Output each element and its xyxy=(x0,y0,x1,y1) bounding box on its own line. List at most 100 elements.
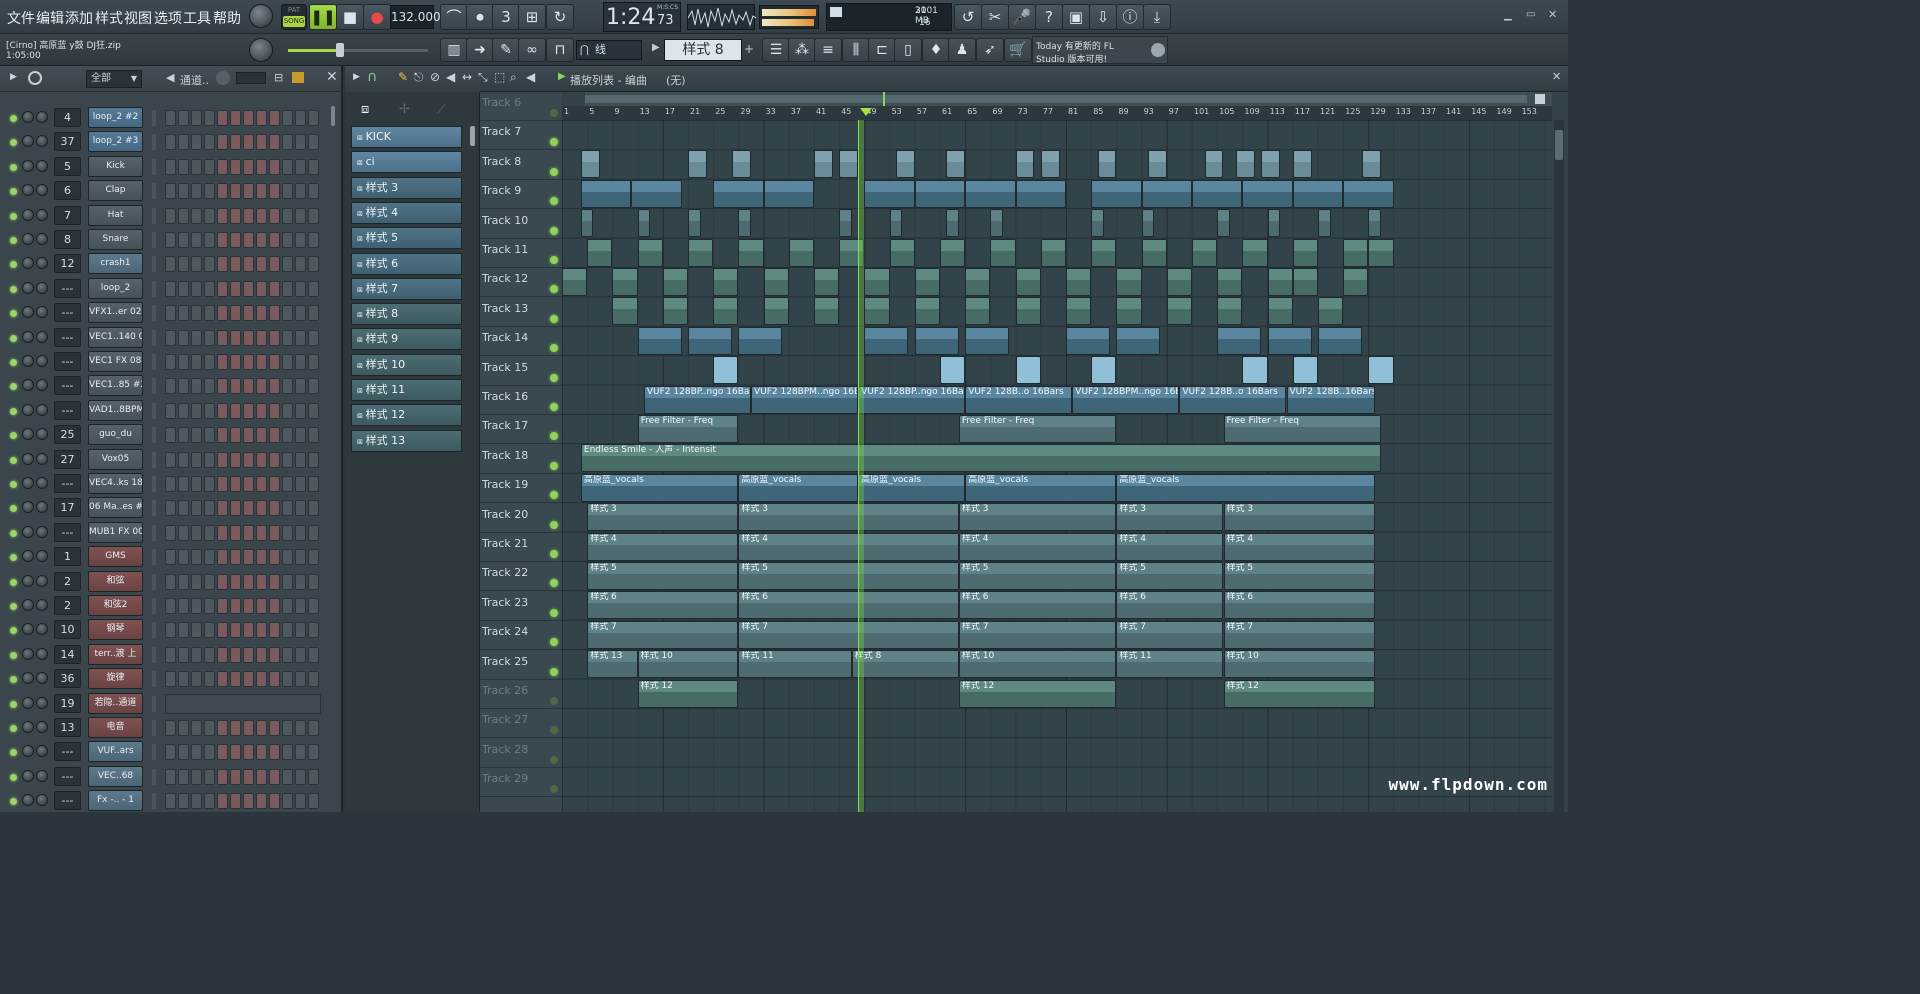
automation-clip[interactable]: Free Filter - Freq xyxy=(1223,415,1381,443)
zoom-tool-icon[interactable]: ⌕ xyxy=(510,70,517,85)
menu-file[interactable]: 文件 xyxy=(7,8,35,28)
pattern-clip[interactable] xyxy=(1368,238,1394,267)
channel-pan-knob[interactable] xyxy=(22,647,34,660)
step-button[interactable] xyxy=(178,354,189,370)
step-button[interactable] xyxy=(178,402,189,419)
pattern-clip[interactable] xyxy=(637,238,663,267)
pattern-clip[interactable] xyxy=(1242,238,1268,267)
step-button[interactable] xyxy=(165,573,176,590)
channel-mixer-track[interactable]: 4 xyxy=(54,108,81,127)
channel-mute-led[interactable] xyxy=(10,163,17,171)
track-header[interactable]: Track 17 xyxy=(480,415,562,445)
step-button[interactable] xyxy=(243,232,254,248)
audio-clip[interactable] xyxy=(1192,179,1243,208)
audio-clip[interactable] xyxy=(965,326,1010,355)
channel-name-button[interactable]: VEC1 FX 085 xyxy=(88,351,143,372)
pattern-clip[interactable] xyxy=(562,268,588,296)
channel-volume-knob[interactable] xyxy=(36,281,48,294)
channel-mixer-track[interactable]: 1 xyxy=(54,547,81,567)
track-mute-led[interactable] xyxy=(550,785,558,794)
step-button[interactable] xyxy=(269,207,280,224)
channel-mixer-track[interactable]: 2 xyxy=(54,596,81,615)
step-button[interactable] xyxy=(295,573,306,590)
step-button[interactable] xyxy=(230,110,241,126)
channel-pan-knob[interactable] xyxy=(22,599,34,611)
channel-row[interactable]: 5 Kick xyxy=(0,155,330,179)
step-button[interactable] xyxy=(204,793,215,810)
channel-name-button[interactable]: guo_du xyxy=(88,424,143,446)
main-pitch-knob[interactable] xyxy=(249,38,273,62)
step-button[interactable] xyxy=(217,354,228,370)
step-button[interactable] xyxy=(178,232,189,248)
step-button[interactable] xyxy=(256,427,267,444)
step-button[interactable] xyxy=(295,183,306,200)
channel-pan-knob[interactable] xyxy=(22,257,34,270)
step-button[interactable] xyxy=(282,793,293,810)
step-button[interactable] xyxy=(243,256,254,273)
step-button[interactable] xyxy=(217,598,228,614)
cut-button[interactable]: ✂ xyxy=(981,4,1009,30)
step-button[interactable] xyxy=(308,598,319,614)
step-button[interactable] xyxy=(269,451,280,468)
step-button[interactable] xyxy=(308,280,319,297)
step-button[interactable] xyxy=(308,500,319,517)
audio-clip[interactable]: 高原蓝_vocals xyxy=(738,473,859,502)
pattern-clip[interactable] xyxy=(1066,297,1092,326)
song-position-display[interactable]: 1:24 73 M:S:CS xyxy=(603,2,681,32)
step-button[interactable] xyxy=(282,134,293,151)
step-button[interactable] xyxy=(269,549,280,566)
automation-clip[interactable] xyxy=(1091,209,1104,238)
track-mute-led[interactable] xyxy=(550,226,558,235)
step-button[interactable] xyxy=(165,451,176,468)
channel-pan-knob[interactable] xyxy=(22,769,34,782)
audio-clip[interactable] xyxy=(688,326,733,355)
pattern-clip[interactable] xyxy=(1236,150,1255,179)
slip-tool-icon[interactable]: ↔ xyxy=(462,70,472,84)
pattern-clip[interactable] xyxy=(1343,268,1369,296)
rack-volume-knob[interactable] xyxy=(216,71,230,85)
track-mute-led[interactable] xyxy=(550,109,558,117)
channel-mute-led[interactable] xyxy=(10,798,17,806)
channel-pan-knob[interactable] xyxy=(22,696,34,709)
mixer-button[interactable]: ⫼ xyxy=(842,38,870,62)
channel-select-indicator[interactable] xyxy=(152,378,156,395)
step-button[interactable] xyxy=(217,256,228,273)
step-button[interactable] xyxy=(269,280,280,297)
step-button[interactable] xyxy=(191,720,202,736)
step-button[interactable] xyxy=(178,427,189,444)
pattern-clip[interactable] xyxy=(738,238,764,267)
step-button[interactable] xyxy=(165,305,176,322)
step-button[interactable] xyxy=(256,183,267,200)
track-mute-led[interactable] xyxy=(550,373,558,382)
picker-pattern-tab-icon[interactable]: ⧈ xyxy=(361,102,369,117)
mute-tool-icon[interactable]: ◀ xyxy=(446,70,455,84)
menu-add[interactable]: 添加 xyxy=(65,8,93,28)
track-mute-led[interactable] xyxy=(550,550,558,558)
channel-select-indicator[interactable] xyxy=(152,232,156,248)
pattern-clip[interactable] xyxy=(1292,356,1318,385)
pattern-clip[interactable]: 样式 12 xyxy=(637,679,739,708)
channel-select-indicator[interactable] xyxy=(152,720,156,736)
step-button[interactable] xyxy=(230,134,241,151)
step-button[interactable] xyxy=(204,232,215,248)
pattern-clip[interactable] xyxy=(1362,150,1381,179)
step-button[interactable] xyxy=(204,329,215,346)
step-button[interactable] xyxy=(191,622,202,639)
step-button[interactable] xyxy=(295,305,306,322)
channel-volume-knob[interactable] xyxy=(36,257,48,270)
channel-select-indicator[interactable] xyxy=(152,134,156,151)
channel-mute-led[interactable] xyxy=(10,554,17,562)
channel-name-button[interactable]: MUB1 FX 007 xyxy=(88,521,143,543)
step-button[interactable] xyxy=(269,573,280,590)
channel-select-indicator[interactable] xyxy=(152,158,156,175)
channel-name-button[interactable]: loop_2 xyxy=(88,277,143,299)
step-button[interactable] xyxy=(269,793,280,810)
pattern-clip[interactable]: 样式 11 xyxy=(738,650,852,679)
step-button[interactable] xyxy=(308,549,319,566)
channel-row[interactable]: 8 Snare xyxy=(0,228,330,252)
channel-row[interactable]: 6 Clap xyxy=(0,179,330,203)
step-button[interactable] xyxy=(269,256,280,273)
step-button[interactable] xyxy=(217,646,228,663)
automation-clip[interactable] xyxy=(738,209,751,238)
channel-select-indicator[interactable] xyxy=(152,256,156,273)
